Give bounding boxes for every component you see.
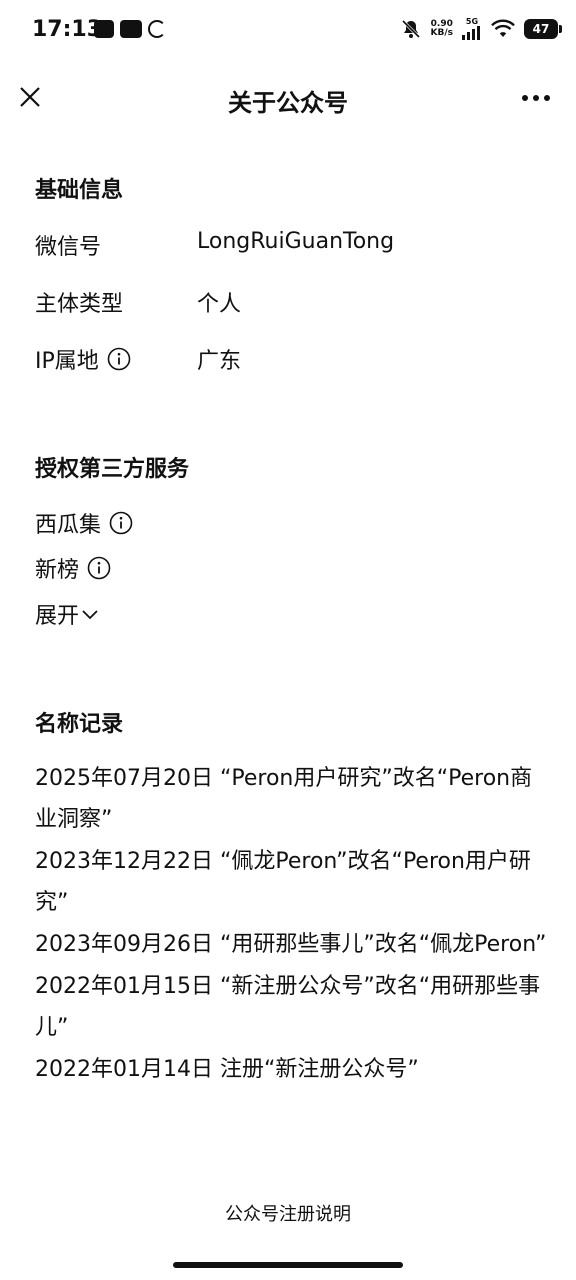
app-notification-icon [120,20,142,38]
wechat-id-label-text: 微信号 [35,235,102,260]
entity-type-value: 个人 [197,292,242,317]
registration-info-link[interactable]: 公众号注册说明 [0,1200,576,1226]
status-right-icons: 0.90 KB/s 5G 47 [400,18,562,40]
ip-location-label: IP属地 [35,343,131,375]
top-nav-bar: 关于公众号 [0,62,576,132]
wechat-id-value: LongRuiGuanTong [197,229,395,254]
more-dots-icon [522,95,550,101]
name-record: 2023年09月26日 “用研那些事儿”改名“佩龙Peron” [35,932,547,957]
page-title: 关于公众号 [228,89,348,117]
name-history-title: 名称记录 [35,712,124,737]
expand-button[interactable]: 展开 [35,598,99,630]
network-speed: 0.90 KB/s [431,20,453,38]
chat-app-icon [94,20,114,38]
signal-label: 5G [465,17,479,26]
mute-bell-icon [401,19,420,39]
name-record: 2022年01月15日 “新注册公众号”改名“用研那些事儿” [35,974,541,1040]
more-options-button[interactable] [516,78,556,118]
info-icon[interactable] [109,511,133,535]
home-indicator[interactable] [173,1262,403,1268]
expand-label: 展开 [35,604,80,629]
status-left-icons [94,20,166,38]
name-history-list: 2025年07月20日 “Peron用户研究”改名“Peron商业洞察” 202… [35,758,550,1091]
entity-type-label: 主体类型 [35,286,123,318]
signal-bars-icon [462,26,480,40]
ip-location-label-text: IP属地 [35,349,99,374]
cell-signal: 5G [462,18,482,40]
ip-location-value: 广东 [197,349,242,374]
third-party-title: 授权第三方服务 [35,457,190,482]
name-record: 2022年01月14日 注册“新注册公众号” [35,1057,419,1082]
name-record: 2025年07月20日 “Peron用户研究”改名“Peron商业洞察” [35,766,533,832]
info-icon[interactable] [87,556,111,580]
name-record: 2023年12月22日 “佩龙Peron”改名“Peron用户研究” [35,849,531,915]
battery-icon: 47 [524,19,562,39]
status-bar: 17:13 0.90 KB/s 5G 47 [0,0,576,62]
entity-type-label-text: 主体类型 [35,292,124,317]
status-time: 17:13 [32,17,103,42]
basic-info-title: 基础信息 [35,178,124,203]
service-item-xinbang[interactable]: 新榜 [35,552,111,584]
wechat-id-label: 微信号 [35,229,101,261]
network-speed-unit: KB/s [430,28,453,38]
service-item-xiguaji[interactable]: 西瓜集 [35,507,133,539]
service-label: 新榜 [35,558,80,583]
info-icon[interactable] [107,347,131,371]
sync-icon [148,20,166,38]
chevron-down-icon [82,610,98,620]
battery-level: 47 [532,22,550,36]
wifi-icon [491,19,515,37]
service-label: 西瓜集 [35,513,102,538]
